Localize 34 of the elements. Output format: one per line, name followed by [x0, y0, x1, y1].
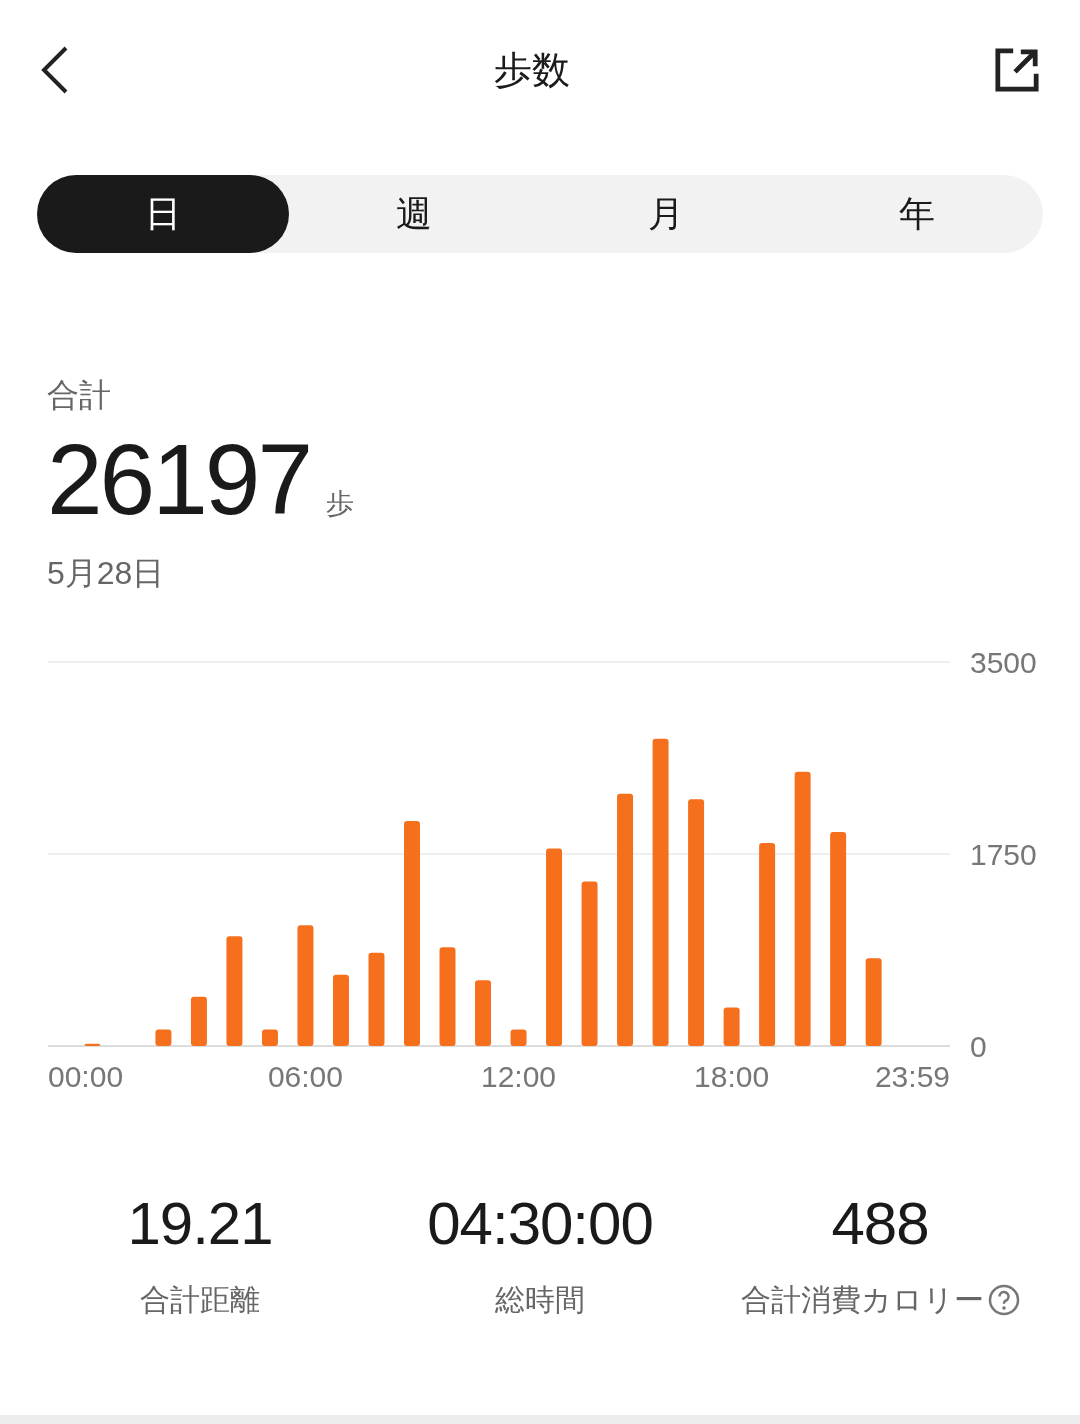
chart-bar	[84, 1043, 101, 1046]
x-axis-label: 12:00	[481, 1060, 557, 1093]
page-title: 歩数	[494, 47, 570, 93]
x-axis-label: 18:00	[694, 1060, 770, 1093]
period-tab[interactable]: 年	[791, 175, 1043, 253]
stat-value: 19.21	[127, 1189, 273, 1259]
stat-label: 合計距離	[140, 1282, 260, 1318]
chart-bar	[510, 1029, 527, 1046]
chart-bar	[190, 996, 207, 1046]
chart-bar	[333, 974, 349, 1046]
stat-value: 04:30:00	[427, 1189, 653, 1259]
x-axis-label: 23:59	[874, 1060, 950, 1093]
x-axis-label: 06:00	[267, 1060, 343, 1093]
chart-bar	[261, 1029, 278, 1046]
y-axis-label: 3500	[970, 646, 1037, 679]
stat-label: 合計消費カロリー	[740, 1282, 984, 1318]
y-axis-label: 1750	[970, 838, 1037, 871]
x-axis-label: 00:00	[48, 1060, 124, 1093]
period-tab[interactable]: 週	[288, 175, 540, 253]
help-icon[interactable]	[987, 1283, 1020, 1316]
stat-label: 総時間	[495, 1282, 585, 1318]
y-axis-label: 0	[970, 1030, 987, 1063]
total-label: 合計	[47, 376, 112, 415]
chart-bar	[475, 980, 491, 1046]
back-icon[interactable]	[40, 46, 70, 94]
chart-bar	[723, 1007, 740, 1046]
share-icon[interactable]	[994, 47, 1040, 93]
chart-bar	[155, 1029, 172, 1046]
period-tab[interactable]: 日	[37, 175, 289, 253]
period-tab[interactable]: 月	[540, 175, 792, 253]
total-steps: 26197	[47, 429, 311, 529]
steps-unit: 歩	[326, 487, 355, 521]
date-label: 5月28日	[47, 554, 166, 593]
stat-value: 488	[831, 1189, 929, 1259]
